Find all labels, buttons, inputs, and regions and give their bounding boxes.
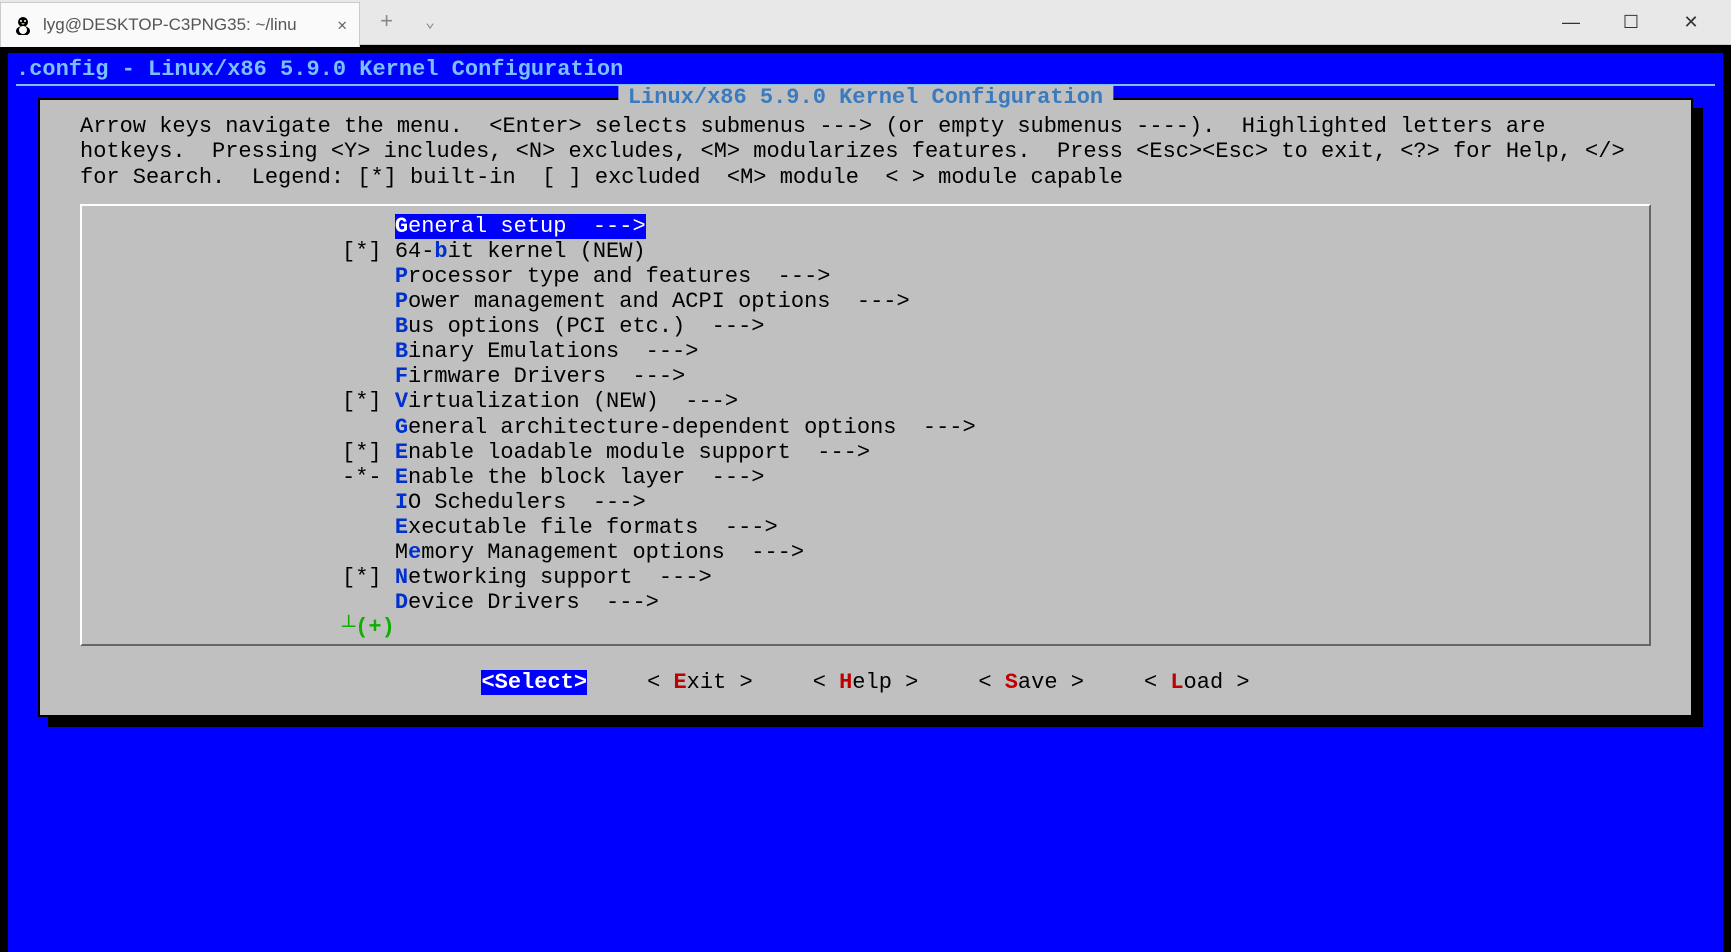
select-button[interactable]: <Select> xyxy=(481,670,587,695)
save-button[interactable]: < Save > xyxy=(978,670,1084,695)
main-dialog: Linux/x86 5.9.0 Kernel Configuration Arr… xyxy=(38,98,1693,717)
menu-list[interactable]: General setup --->[*] 64-bit kernel (NEW… xyxy=(80,204,1651,646)
menu-item-15[interactable]: Device Drivers ---> xyxy=(342,590,1649,615)
help-button[interactable]: < Help > xyxy=(813,670,919,695)
menu-item-11[interactable]: IO Schedulers ---> xyxy=(342,490,1649,515)
menu-item-2[interactable]: Processor type and features ---> xyxy=(342,264,1649,289)
menu-item-14[interactable]: [*] Networking support ---> xyxy=(342,565,1649,590)
menu-item-7[interactable]: [*] Virtualization (NEW) ---> xyxy=(342,389,1649,414)
load-button[interactable]: < Load > xyxy=(1144,670,1250,695)
menu-item-12[interactable]: Executable file formats ---> xyxy=(342,515,1649,540)
menu-item-5[interactable]: Binary Emulations ---> xyxy=(342,339,1649,364)
menuconfig-background: .config - Linux/x86 5.9.0 Kernel Configu… xyxy=(8,53,1723,952)
exit-button[interactable]: < Exit > xyxy=(647,670,753,695)
button-row: <Select> < Exit > < Help > < Save > < Lo… xyxy=(80,666,1651,699)
menu-item-6[interactable]: Firmware Drivers ---> xyxy=(342,364,1649,389)
menu-item-1[interactable]: [*] 64-bit kernel (NEW) xyxy=(342,239,1649,264)
new-tab-button[interactable]: + xyxy=(360,10,413,35)
maximize-button[interactable]: ☐ xyxy=(1621,12,1641,33)
dialog-title: Linux/x86 5.9.0 Kernel Configuration xyxy=(618,85,1113,110)
menu-item-10[interactable]: -*- Enable the block layer ---> xyxy=(342,465,1649,490)
window-titlebar: lyg@DESKTOP-C3PNG35: ~/linu ✕ + ⌄ — ☐ ✕ xyxy=(0,0,1731,45)
close-window-button[interactable]: ✕ xyxy=(1681,12,1701,33)
tux-icon xyxy=(13,15,33,35)
config-path: .config - Linux/x86 5.9.0 Kernel Configu… xyxy=(8,53,1723,84)
terminal-area: .config - Linux/x86 5.9.0 Kernel Configu… xyxy=(0,45,1731,952)
terminal-tab[interactable]: lyg@DESKTOP-C3PNG35: ~/linu ✕ xyxy=(0,2,360,47)
menu-item-4[interactable]: Bus options (PCI etc.) ---> xyxy=(342,314,1649,339)
minimize-button[interactable]: — xyxy=(1561,12,1581,33)
menu-item-3[interactable]: Power management and ACPI options ---> xyxy=(342,289,1649,314)
menu-item-0[interactable]: General setup ---> xyxy=(342,214,1649,239)
tab-dropdown-icon[interactable]: ⌄ xyxy=(413,12,447,32)
menu-item-8[interactable]: General architecture-dependent options -… xyxy=(342,415,1649,440)
help-text: Arrow keys navigate the menu. <Enter> se… xyxy=(80,100,1651,204)
menu-item-9[interactable]: [*] Enable loadable module support ---> xyxy=(342,440,1649,465)
close-tab-icon[interactable]: ✕ xyxy=(337,15,347,35)
menu-item-13[interactable]: Memory Management options ---> xyxy=(342,540,1649,565)
more-indicator: ┴(+) xyxy=(82,615,1649,640)
tab-title: lyg@DESKTOP-C3PNG35: ~/linu xyxy=(43,15,327,35)
